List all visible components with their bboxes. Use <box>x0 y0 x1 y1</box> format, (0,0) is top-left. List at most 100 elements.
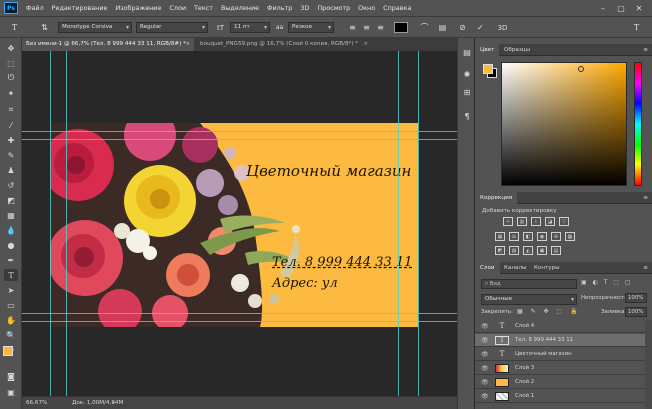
layer-row[interactable]: 👁 T Цветочный магазин <box>475 348 645 361</box>
healing-brush-tool-icon[interactable]: ✚ <box>4 134 18 146</box>
marquee-tool-icon[interactable]: ⬚ <box>4 57 18 69</box>
selective-color-icon[interactable]: ▣ <box>537 246 547 255</box>
quick-mask-icon[interactable]: ◙ <box>4 370 18 382</box>
visibility-eye-icon[interactable]: 👁 <box>481 348 489 361</box>
magic-wand-tool-icon[interactable]: ✦ <box>4 87 18 99</box>
color-foreground-swatch[interactable] <box>483 64 493 74</box>
3d-text-icon[interactable]: 3D <box>496 21 509 34</box>
visibility-eye-icon[interactable]: 👁 <box>481 376 489 389</box>
type-tool-icon[interactable]: T <box>4 269 18 281</box>
menu-help[interactable]: Справка <box>379 4 415 12</box>
tab-swatches[interactable]: Образцы <box>499 44 535 56</box>
type-tool-preset-icon[interactable]: T <box>8 21 21 34</box>
brightness-contrast-icon[interactable]: ☼ <box>503 217 513 226</box>
gradient-map-icon[interactable]: ▤ <box>551 246 561 255</box>
tab-adjustments[interactable]: Коррекция <box>475 192 518 204</box>
align-right-icon[interactable]: ≡ <box>374 21 387 34</box>
layer-row[interactable]: 👁 Слой 1 <box>475 390 645 403</box>
minimize-icon[interactable]: – <box>596 2 610 14</box>
vibrance-icon[interactable]: ▽ <box>559 217 569 226</box>
zoom-level[interactable]: 66,67% <box>26 397 47 409</box>
color-balance-icon[interactable]: ⚖ <box>509 232 519 241</box>
channel-mixer-icon[interactable]: ✣ <box>551 232 561 241</box>
close-tab-icon[interactable]: × <box>185 38 190 51</box>
rectangle-tool-icon[interactable]: ▭ <box>4 299 18 311</box>
close-icon[interactable]: ✕ <box>632 2 646 14</box>
guide-vertical[interactable] <box>50 51 51 396</box>
menu-view[interactable]: Просмотр <box>313 4 354 12</box>
photo-filter-icon[interactable]: ◉ <box>537 232 547 241</box>
status-expand-icon[interactable]: › <box>112 397 114 409</box>
stamp-tool-icon[interactable]: ♟ <box>4 164 18 176</box>
text-color-swatch[interactable] <box>394 22 408 33</box>
brush-settings-panel-icon[interactable]: ✺ <box>460 68 474 80</box>
visibility-eye-icon[interactable]: 👁 <box>481 362 489 375</box>
threshold-icon[interactable]: ◭ <box>523 246 533 255</box>
properties-panel-icon[interactable]: ⊞ <box>460 86 474 98</box>
guide-vertical[interactable] <box>66 51 67 396</box>
visibility-eye-icon[interactable]: 👁 <box>481 390 489 403</box>
history-panel-icon[interactable]: ▤ <box>460 46 474 58</box>
levels-icon[interactable]: ▥ <box>517 217 527 226</box>
phone-text[interactable]: Тел. 8 999 444 33 11 <box>272 255 412 270</box>
font-size-select[interactable]: 11 пт <box>230 22 270 33</box>
menu-filter[interactable]: Фильтр <box>263 4 296 12</box>
hue-slider[interactable] <box>634 62 642 186</box>
guide-horizontal[interactable] <box>22 131 472 132</box>
paragraph-panel-icon[interactable]: ¶ <box>460 110 474 122</box>
menu-type[interactable]: Текст <box>190 4 217 12</box>
zoom-tool-icon[interactable]: 🔍 <box>4 329 18 341</box>
layer-row-selected[interactable]: 👁 T Тел. 8 999 444 33 11 <box>475 334 645 347</box>
menu-3d[interactable]: 3D <box>296 4 313 12</box>
business-card-document[interactable]: Цветочный магазин Тел. 8 999 444 33 11 А… <box>50 123 418 327</box>
hand-tool-icon[interactable]: ✋ <box>4 314 18 326</box>
visibility-eye-icon[interactable]: 👁 <box>481 320 489 333</box>
workspace-icon[interactable]: T <box>630 21 643 34</box>
address-text[interactable]: Адрес: ул <box>272 276 338 291</box>
visibility-eye-icon[interactable]: 👁 <box>481 334 489 347</box>
guide-horizontal[interactable] <box>22 321 472 322</box>
menu-image[interactable]: Изображение <box>111 4 165 12</box>
crop-tool-icon[interactable]: ⌗ <box>4 104 18 116</box>
canvas-area[interactable]: Цветочный магазин Тел. 8 999 444 33 11 А… <box>22 51 472 396</box>
font-style-select[interactable]: Regular <box>136 22 208 33</box>
guide-horizontal[interactable] <box>22 139 472 140</box>
character-panel-icon[interactable]: ▤ <box>436 21 449 34</box>
layer-row[interactable]: 👁 Слой 2 <box>475 376 645 389</box>
color-lookup-icon[interactable]: ▦ <box>565 232 575 241</box>
black-white-icon[interactable]: ◧ <box>523 232 533 241</box>
menu-edit[interactable]: Редактирование <box>48 4 112 12</box>
warp-text-icon[interactable]: ⌒ <box>418 21 431 34</box>
panel-menu-icon[interactable]: ≡ <box>638 262 652 274</box>
color-picker-field[interactable] <box>501 62 627 186</box>
menu-window[interactable]: Окно <box>354 4 379 12</box>
hue-saturation-icon[interactable]: ▦ <box>495 232 505 241</box>
layer-filter-icons[interactable]: ▣ ◐ T ⬚ ▢ <box>581 279 643 289</box>
blend-mode-select[interactable]: Обычные <box>481 294 577 305</box>
cancel-icon[interactable]: ⊘ <box>456 21 469 34</box>
opacity-input[interactable]: 100% <box>625 293 647 303</box>
layers-scrollbar[interactable] <box>645 320 652 409</box>
foreground-color-swatch[interactable] <box>3 346 13 356</box>
tab-document-1[interactable]: Без имени-1 @ 66,7% (Тел. 8 999 444 33 1… <box>22 38 194 51</box>
dodge-tool-icon[interactable]: ● <box>4 239 18 251</box>
font-family-select[interactable]: Monotype Corsiva <box>58 22 132 33</box>
move-tool-icon[interactable]: ✥ <box>4 42 18 54</box>
blur-tool-icon[interactable]: 💧 <box>4 224 18 236</box>
screen-mode-icon[interactable]: ▣ <box>4 386 18 398</box>
pen-tool-icon[interactable]: ✒ <box>4 254 18 266</box>
eyedropper-tool-icon[interactable]: ⁄ <box>4 119 18 131</box>
tab-paths[interactable]: Контуры <box>529 262 565 274</box>
gradient-tool-icon[interactable]: ▦ <box>4 209 18 221</box>
panel-menu-icon[interactable]: ≡ <box>638 192 652 204</box>
brush-tool-icon[interactable]: ✎ <box>4 149 18 161</box>
align-center-icon[interactable]: ≡ <box>360 21 373 34</box>
posterize-icon[interactable]: ▨ <box>509 246 519 255</box>
layer-row[interactable]: 👁 Слой 3 <box>475 362 645 375</box>
fill-input[interactable]: 100% <box>625 307 647 317</box>
align-left-icon[interactable]: ≡ <box>346 21 359 34</box>
maximize-icon[interactable]: ▢ <box>614 2 628 14</box>
orientation-toggle-icon[interactable]: ⇅ <box>38 21 51 34</box>
document-info[interactable]: Док: 1,00М/4,94М <box>72 397 123 409</box>
eraser-tool-icon[interactable]: ◩ <box>4 194 18 206</box>
